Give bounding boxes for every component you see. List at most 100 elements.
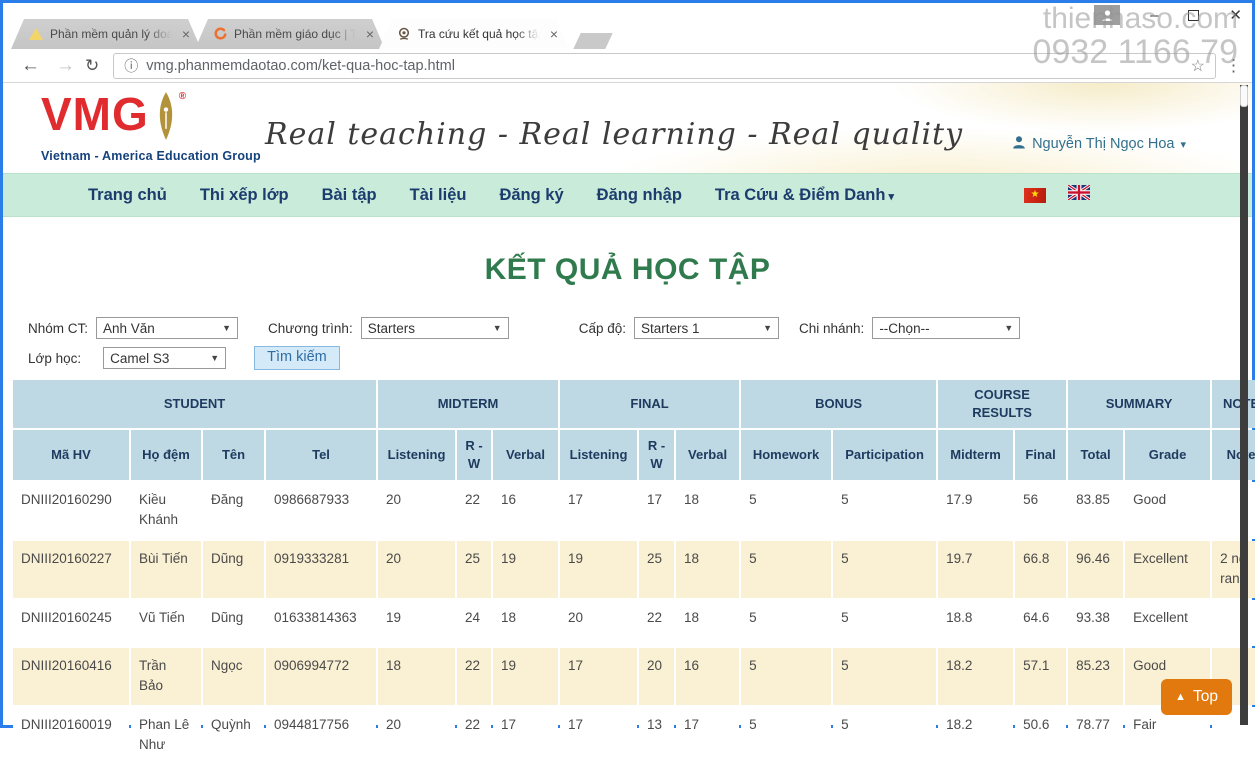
tab-close-icon[interactable]: × [363,26,377,42]
url-bar[interactable]: ⓘ vmg.phanmemdaotao.com/ket-qua-hoc-tap.… [113,53,1216,79]
table-cell: 20 [378,707,455,764]
table-cell: 5 [741,648,831,705]
minimize-button[interactable]: – [1150,7,1158,24]
column-header: Verbal [493,430,558,480]
column-header: Verbal [676,430,739,480]
chevron-up-icon: ▲ [1175,691,1186,703]
nav-item-7[interactable]: Tra Cứu & Điểm Danh▾ [715,186,894,205]
forward-button[interactable]: → [56,55,75,77]
table-cell: 64.6 [1015,600,1066,646]
nav-item-6[interactable]: Đăng nhập [597,186,682,205]
table-cell: 25 [457,541,491,598]
select-caret-icon: ▼ [493,323,502,333]
logo-text: VMG [41,91,149,137]
scroll-to-top-button[interactable]: ▲ Top [1161,679,1232,715]
table-cell: 19 [493,648,558,705]
column-header: Final [1015,430,1066,480]
table-cell: Fair [1125,707,1210,764]
nav-item-3[interactable]: Bài tập [322,186,377,205]
nav-item-5[interactable]: Đăng ký [499,186,563,205]
browser-menu-icon[interactable]: ⋮ [1225,56,1242,76]
cap-do-select[interactable]: Starters 1▼ [634,317,779,339]
site-header: VMG ® Vietnam - America Education Group … [3,83,1252,173]
page-scrollbar[interactable] [1240,85,1248,725]
group-header: FINAL [560,380,739,428]
page-content: KẾT QUẢ HỌC TẬP Nhóm CT: Anh Văn▼ Chương… [3,217,1252,725]
search-button[interactable]: Tìm kiếm [254,346,340,370]
browser-tab[interactable]: Tra cứu kết quả học tập× [379,19,569,49]
table-cell: 18 [676,541,739,598]
nav-item-4[interactable]: Tài liệu [410,186,467,205]
table-cell: 01633814363 [266,600,376,646]
table-cell: 50.6 [1015,707,1066,764]
warning-triangle-icon [29,28,43,40]
table-cell: 96.46 [1068,541,1123,598]
table-cell [1212,482,1255,539]
table-cell: 22 [457,707,491,764]
column-header: Listening [378,430,455,480]
column-header: Tel [266,430,376,480]
group-header: BONUS [741,380,936,428]
user-menu[interactable]: Nguyễn Thị Ngọc Hoa ▾ [1012,135,1186,153]
chi-nhanh-value: --Chọn-- [879,321,929,336]
lop-hoc-select[interactable]: Camel S3▼ [103,347,226,369]
nav-item-2[interactable]: Thi xếp lớp [200,186,289,205]
table-cell: 19 [493,541,558,598]
filters: Nhóm CT: Anh Văn▼ Chương trình: Starters… [28,317,1252,370]
nhom-ct-label: Nhóm CT: [28,321,88,336]
column-header: Họ đệm [131,430,201,480]
tab-strip: Phần mềm quản lý doanh×Phần mềm giáo dục… [3,15,1252,49]
table-cell: 18.2 [938,707,1013,764]
nhom-ct-value: Anh Văn [103,321,155,336]
table-cell: 85.23 [1068,648,1123,705]
bookmark-star-icon[interactable]: ☆ [1191,56,1205,76]
page-info-icon[interactable]: ⓘ [124,56,138,76]
table-cell: 0986687933 [266,482,376,539]
table-cell: 19 [378,600,455,646]
profile-icon[interactable] [1094,5,1120,25]
swirl-icon [213,27,227,41]
back-button[interactable]: ← [21,55,40,77]
vietnam-flag-icon[interactable]: ★ [1024,188,1046,203]
table-cell: 5 [741,482,831,539]
browser-tab[interactable]: Phần mềm quản lý doanh× [11,19,201,49]
maximize-button[interactable] [1188,10,1199,21]
chi-nhanh-select[interactable]: --Chọn-- ▼ [872,317,1020,339]
nhom-ct-select[interactable]: Anh Văn▼ [96,317,238,339]
top-button-label: Top [1193,688,1218,706]
table-cell: 22 [457,648,491,705]
group-header: STUDENT [13,380,376,428]
table-cell: 5 [833,707,936,764]
table-cell: 16 [676,648,739,705]
browser-toolbar: ← → ↻ ⓘ vmg.phanmemdaotao.com/ket-qua-ho… [3,49,1252,83]
reload-button[interactable]: ↻ [85,56,99,76]
language-switcher: ★ [1024,185,1090,205]
tab-close-icon[interactable]: × [179,26,193,42]
chuong-trinh-select[interactable]: Starters▼ [361,317,509,339]
tab-close-icon[interactable]: × [547,26,561,42]
table-cell: 22 [639,600,674,646]
new-tab-button[interactable] [573,33,612,49]
table-cell: 17.9 [938,482,1013,539]
url-text[interactable]: vmg.phanmemdaotao.com/ket-qua-hoc-tap.ht… [146,58,1190,74]
table-cell: DNIII20160019 [13,707,129,764]
logo-tagline: Vietnam - America Education Group [41,149,261,163]
table-cell: 17 [560,648,637,705]
slogan-text: Real teaching - Real learning - Real qua… [265,117,963,152]
browser-tab[interactable]: Phần mềm giáo dục | Tiế× [195,19,385,49]
chuong-trinh-label: Chương trình: [268,321,353,336]
vmg-logo[interactable]: VMG ® Vietnam - America Education Group [41,91,261,163]
nav-item-1[interactable]: Trang chủ [88,186,167,205]
table-cell: 5 [833,541,936,598]
close-button[interactable]: ✕ [1229,6,1242,24]
table-cell [1212,600,1255,646]
table-cell: 16 [493,482,558,539]
column-header: Grade [1125,430,1210,480]
table-cell: DNIII20160416 [13,648,129,705]
uk-flag-icon[interactable] [1068,185,1090,205]
select-caret-icon: ▼ [1004,323,1013,333]
table-cell: 5 [833,648,936,705]
user-icon [1012,135,1026,153]
table-cell: 83.85 [1068,482,1123,539]
table-cell: 17 [639,482,674,539]
